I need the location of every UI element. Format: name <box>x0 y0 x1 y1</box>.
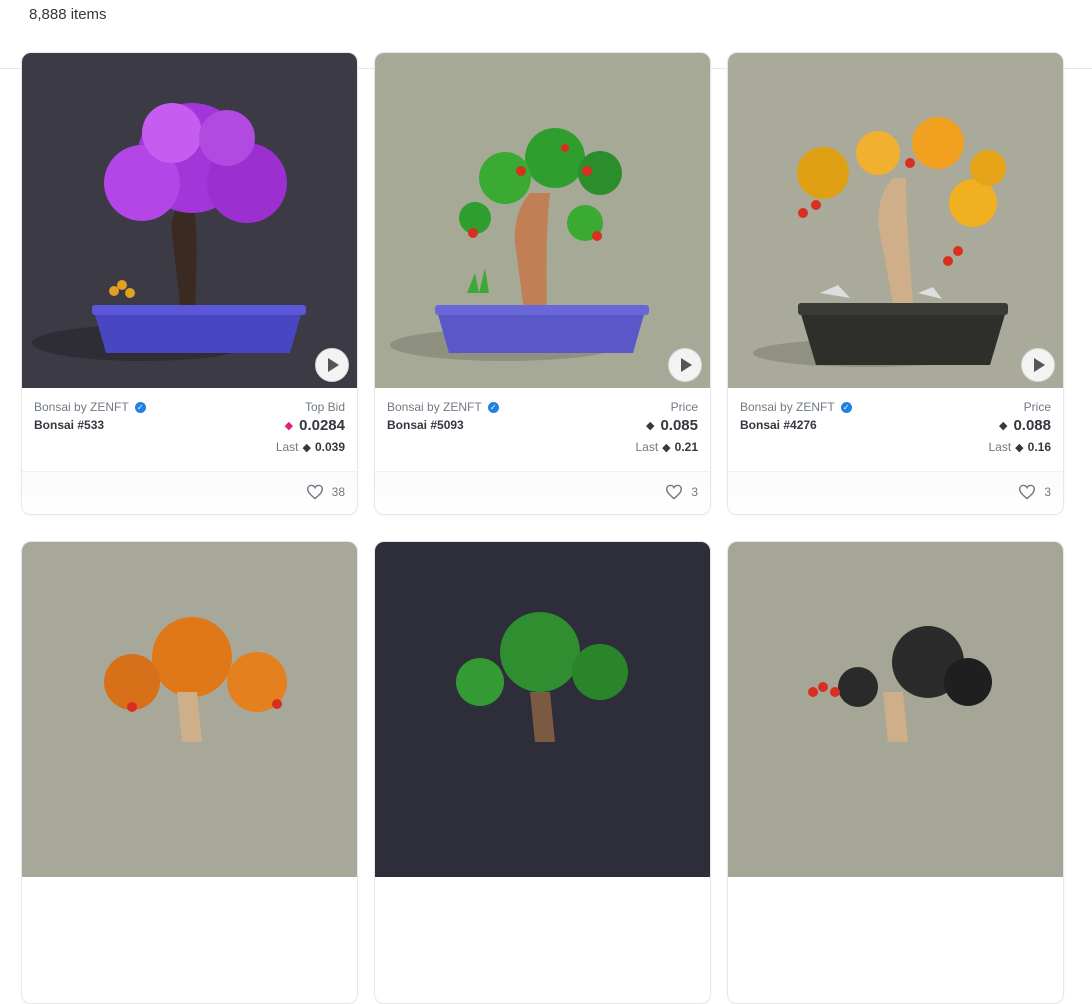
last-label: Last <box>275 440 299 454</box>
verified-badge-icon: ✓ <box>487 401 499 413</box>
play-icon <box>1034 358 1045 372</box>
play-button[interactable] <box>1021 348 1055 382</box>
collection-name[interactable]: Bonsai by ZENFT <box>740 400 835 414</box>
nft-image[interactable] <box>375 53 710 388</box>
favorite-button[interactable]: 38 <box>306 484 345 500</box>
heart-icon <box>666 484 683 500</box>
nft-card[interactable] <box>374 541 711 1004</box>
nft-image[interactable] <box>22 542 357 877</box>
last-label: Last <box>635 440 659 454</box>
price-label: Price <box>670 400 698 414</box>
price-label: Top Bid <box>304 400 345 414</box>
play-button[interactable] <box>668 348 702 382</box>
like-count: 38 <box>331 485 345 499</box>
nft-image[interactable] <box>728 542 1063 877</box>
item-count: 8,888 items <box>29 6 107 23</box>
price-value: 0.0284 <box>299 417 345 434</box>
eth-icon: ◆ <box>645 420 655 432</box>
collection-name[interactable]: Bonsai by ZENFT <box>34 400 129 414</box>
like-count: 3 <box>691 485 698 499</box>
play-icon <box>681 358 692 372</box>
card-footer: 38 <box>22 471 357 514</box>
eth-icon: ◆ <box>662 441 671 454</box>
price-value: 0.085 <box>660 417 698 434</box>
play-icon <box>328 358 339 372</box>
nft-image[interactable] <box>375 542 710 877</box>
last-value: 0.16 <box>1027 440 1051 454</box>
verified-badge-icon: ✓ <box>840 401 852 413</box>
verified-badge-icon: ✓ <box>134 401 146 413</box>
eth-icon: ◆ <box>302 441 311 454</box>
heart-icon <box>306 484 323 500</box>
card-footer: 3 <box>728 471 1063 514</box>
last-value: 0.039 <box>314 440 345 454</box>
card-footer: 3 <box>375 471 710 514</box>
collection-name[interactable]: Bonsai by ZENFT <box>387 400 482 414</box>
nft-card[interactable] <box>727 541 1064 1004</box>
last-label: Last <box>988 440 1012 454</box>
nft-image[interactable] <box>728 53 1063 388</box>
weth-icon: ◆ <box>284 420 294 432</box>
favorite-button[interactable]: 3 <box>665 484 698 500</box>
price-value: 0.088 <box>1013 417 1051 434</box>
nft-card[interactable]: Bonsai by ZENFT ✓ Bonsai #533 Top Bid ◆ … <box>21 52 358 515</box>
like-count: 3 <box>1044 485 1051 499</box>
nft-card[interactable] <box>21 541 358 1004</box>
nft-card[interactable]: Bonsai by ZENFT ✓ Bonsai #5093 Price ◆ 0… <box>374 52 711 515</box>
nft-card[interactable]: Bonsai by ZENFT ✓ Bonsai #4276 Price ◆ 0… <box>727 52 1064 515</box>
favorite-button[interactable]: 3 <box>1018 484 1051 500</box>
nft-image[interactable] <box>22 53 357 388</box>
last-value: 0.21 <box>674 440 698 454</box>
price-label: Price <box>1023 400 1051 414</box>
heart-icon <box>1019 484 1036 500</box>
eth-icon: ◆ <box>998 420 1008 432</box>
eth-icon: ◆ <box>1015 441 1024 454</box>
play-button[interactable] <box>315 348 349 382</box>
